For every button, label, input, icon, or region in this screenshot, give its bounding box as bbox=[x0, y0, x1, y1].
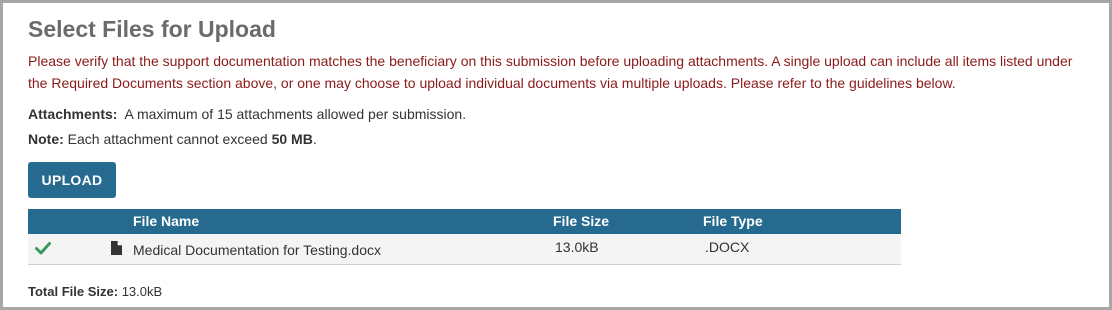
file-size-cell: 13.0kB bbox=[555, 239, 599, 255]
note-text: Each attachment cannot exceed bbox=[67, 131, 268, 147]
column-header-file-type: File Type bbox=[703, 213, 763, 229]
upload-panel: Select Files for Upload Please verify th… bbox=[0, 0, 1112, 310]
attachments-info: Attachments: A maximum of 15 attachments… bbox=[28, 106, 466, 122]
total-file-size-value: 13.0kB bbox=[121, 284, 163, 299]
page-title: Select Files for Upload bbox=[28, 16, 276, 42]
attachments-label: Attachments: bbox=[28, 106, 118, 122]
note-size-limit: 50 MB bbox=[271, 131, 313, 147]
file-type-cell: .DOCX bbox=[705, 239, 750, 255]
table-row: Medical Documentation for Testing.docx 1… bbox=[28, 234, 901, 264]
upload-button[interactable]: UPLOAD bbox=[28, 162, 116, 198]
column-header-file-name: File Name bbox=[133, 213, 200, 229]
note-suffix: . bbox=[312, 131, 317, 147]
column-header-file-size: File Size bbox=[553, 213, 610, 229]
attachments-text: A maximum of 15 attachments allowed per … bbox=[124, 106, 467, 122]
files-table: File Name File Size File Type Medical Do… bbox=[28, 209, 901, 265]
note-label: Note: bbox=[28, 131, 64, 147]
table-header: File Name File Size File Type bbox=[28, 209, 901, 234]
document-icon bbox=[111, 241, 122, 255]
check-icon bbox=[35, 242, 51, 255]
total-file-size: Total File Size: 13.0kB bbox=[28, 284, 162, 299]
note-info: Note: Each attachment cannot exceed 50 M… bbox=[28, 131, 317, 147]
file-name-cell: Medical Documentation for Testing.docx bbox=[133, 242, 381, 258]
verification-notice: Please verify that the support documenta… bbox=[28, 53, 1073, 91]
total-file-size-label: Total File Size: bbox=[28, 284, 119, 299]
